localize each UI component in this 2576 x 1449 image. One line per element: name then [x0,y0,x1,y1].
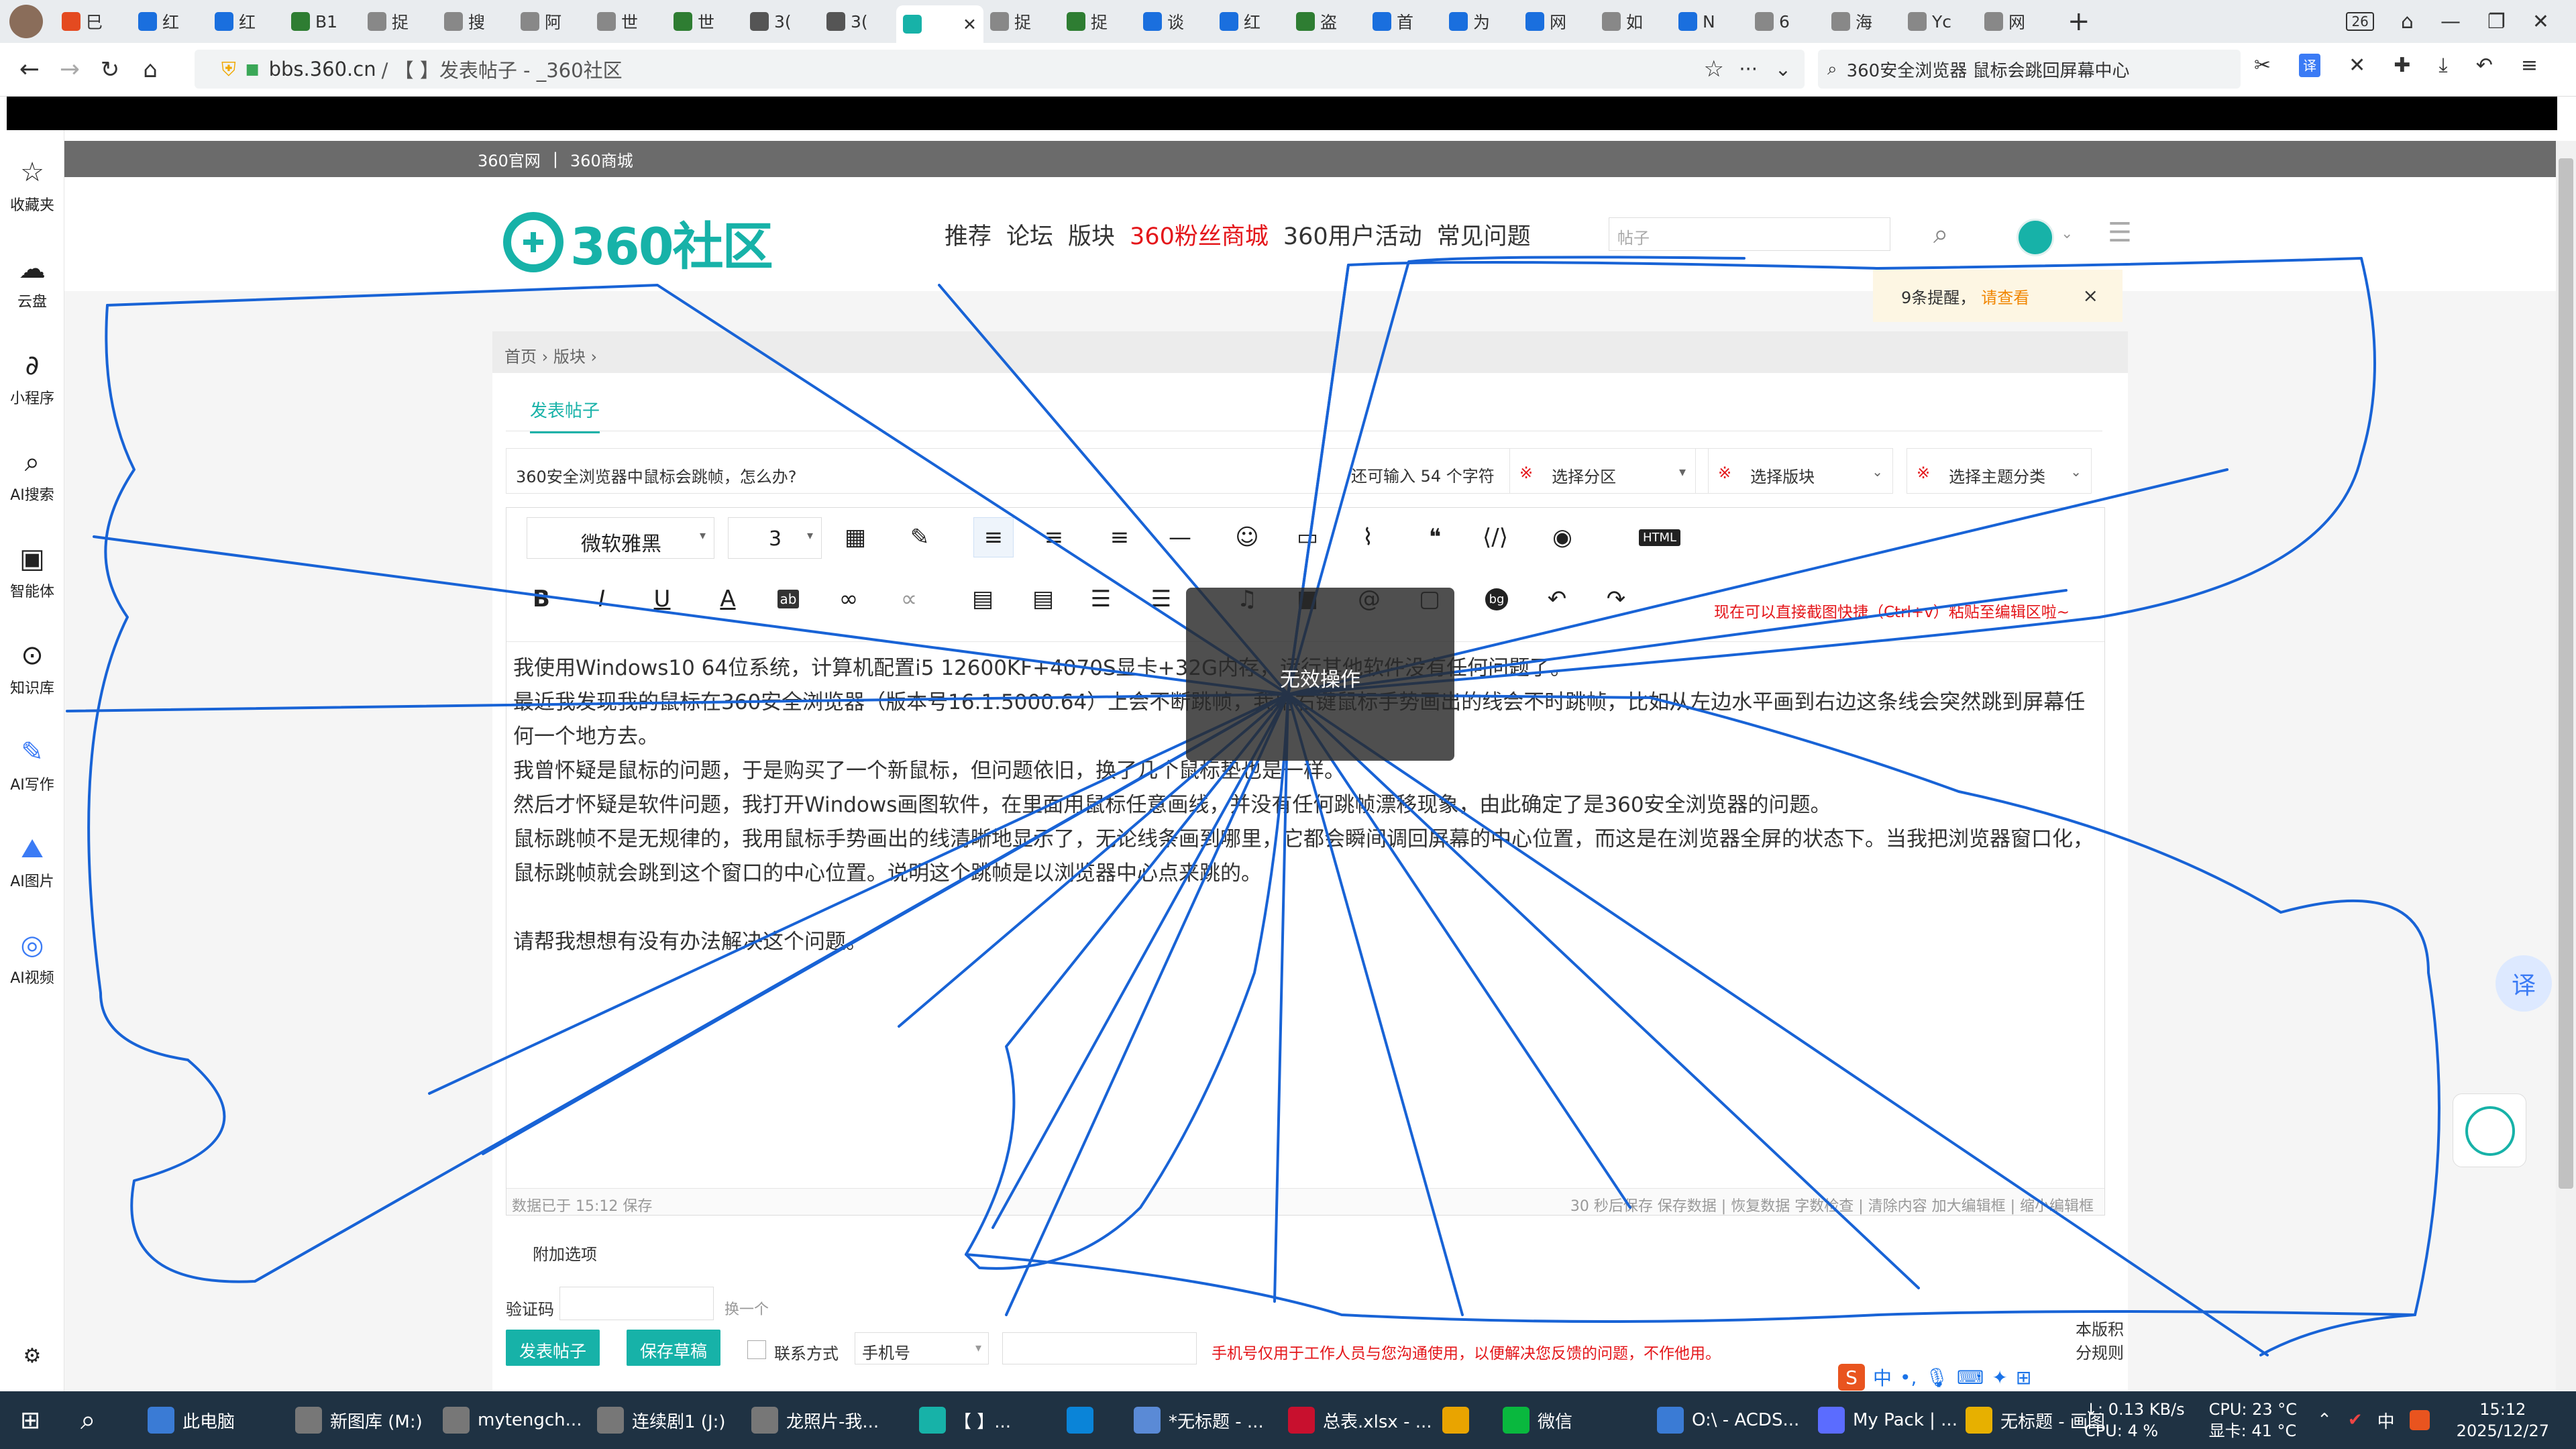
chevron-up-icon[interactable]: ⌃ [2317,1410,2332,1430]
antivirus-icon[interactable]: ✔ [2348,1410,2363,1430]
sogou-tray-icon[interactable] [2409,1410,2430,1430]
search-icon: ⌕ [80,1405,96,1436]
clock-date: 2025/12/27 [2456,1421,2549,1440]
network-speed: ↓: 0.13 KB/s CPU: 4 % [2084,1399,2185,1442]
windows-icon: ⊞ [20,1406,41,1434]
app-icon [751,1407,778,1434]
hardware-temps: CPU: 23 °C 显卡: 41 °C [2209,1399,2297,1442]
cpu-temp: CPU: 23 °C [2208,1400,2298,1419]
translate-float-button[interactable]: 译 [2496,955,2552,1012]
taskbar-app-label: 微信 [1538,1411,1573,1432]
taskbar-app-label: 【 】... [954,1411,1012,1432]
app-icon [148,1407,174,1434]
taskbar-app[interactable]: *无标题 - ... [1127,1391,1264,1449]
skin-icon[interactable]: ✦ [1992,1366,2007,1389]
taskbar-search-button[interactable]: ⌕ [74,1391,95,1449]
taskbar-app[interactable]: My Pack | ... [1811,1391,1957,1449]
taskbar-app[interactable]: 此电脑 [141,1391,235,1449]
taskbar-app[interactable]: 微信 [1496,1391,1572,1449]
taskbar-app-label: 龙照片-我... [786,1411,879,1432]
taskbar-app[interactable]: 连续剧1 (J:) [590,1391,726,1449]
app-icon [919,1407,946,1434]
taskbar-app[interactable]: 龙照片-我... [745,1391,879,1449]
taskbar-app-label: *无标题 - ... [1169,1411,1264,1432]
app-icon [1288,1407,1315,1434]
taskbar-app-label: mytengch... [478,1410,582,1430]
taskbar-app[interactable] [1060,1391,1102,1449]
taskbar-app-label: O:\ - ACDS... [1692,1410,1800,1430]
gpu-temp: 显卡: 41 °C [2208,1421,2297,1440]
taskbar-app[interactable]: 总表.xlsx - ... [1281,1391,1432,1449]
customer-service-button[interactable] [2453,1093,2526,1167]
app-icon [1966,1407,1992,1434]
app-icon [1503,1407,1529,1434]
taskbar: ⊞ ⌕ 此电脑 新图库 (M:) mytengch... 连续剧1 (J:) 龙照片-我… [0,1391,2576,1449]
cpu-usage: CPU: 4 % [2084,1421,2159,1440]
net-down: ↓: 0.13 KB/s [2084,1400,2185,1419]
app-icon [1134,1407,1161,1434]
start-button[interactable]: ⊞ [13,1391,40,1449]
headset-icon [2465,1106,2515,1156]
app-icon [1067,1407,1093,1434]
clock[interactable]: 15:12 2025/12/27 [2457,1399,2549,1442]
taskbar-app[interactable] [1436,1391,1477,1449]
ime-lang[interactable]: 中 [1873,1364,1892,1391]
taskbar-app-label: 连续剧1 (J:) [632,1411,726,1432]
app-icon [295,1407,322,1434]
scrollbar-thumb[interactable] [2559,158,2573,1189]
taskbar-app[interactable]: 【 】... [912,1391,1011,1449]
mic-icon[interactable]: 🎙 [1925,1366,1949,1389]
invalid-operation-toast: 无效操作 [1186,588,1454,761]
taskbar-app[interactable]: 无标题 - 画图 [1959,1391,2105,1449]
punct-icon[interactable]: •, [1900,1366,1917,1389]
keyboard-icon[interactable]: ⌨ [1957,1366,1984,1389]
app-icon [1442,1407,1469,1434]
clock-time: 15:12 [2479,1400,2526,1419]
app-icon [597,1407,624,1434]
taskbar-app[interactable]: mytengch... [436,1391,582,1449]
taskbar-app-label: 新图库 (M:) [330,1411,423,1432]
sogou-icon[interactable]: S [1838,1364,1865,1391]
app-icon [1818,1407,1845,1434]
app-icon [443,1407,470,1434]
taskbar-app-label: 此电脑 [182,1411,235,1432]
taskbar-app-label: 总表.xlsx - ... [1323,1411,1432,1432]
app-icon [1657,1407,1684,1434]
ime-toolbar: S 中 •, 🎙 ⌨ ✦ ⊞ [1838,1360,2106,1394]
taskbar-app[interactable]: O:\ - ACDS... [1650,1391,1799,1449]
taskbar-app-label: My Pack | ... [1853,1410,1957,1430]
system-tray: ↓: 0.13 KB/s CPU: 4 % CPU: 23 °C 显卡: 41 … [2084,1391,2576,1449]
grid-icon[interactable]: ⊞ [2016,1366,2031,1389]
taskbar-app[interactable]: 新图库 (M:) [288,1391,423,1449]
ime-indicator[interactable]: 中 [2377,1408,2395,1433]
